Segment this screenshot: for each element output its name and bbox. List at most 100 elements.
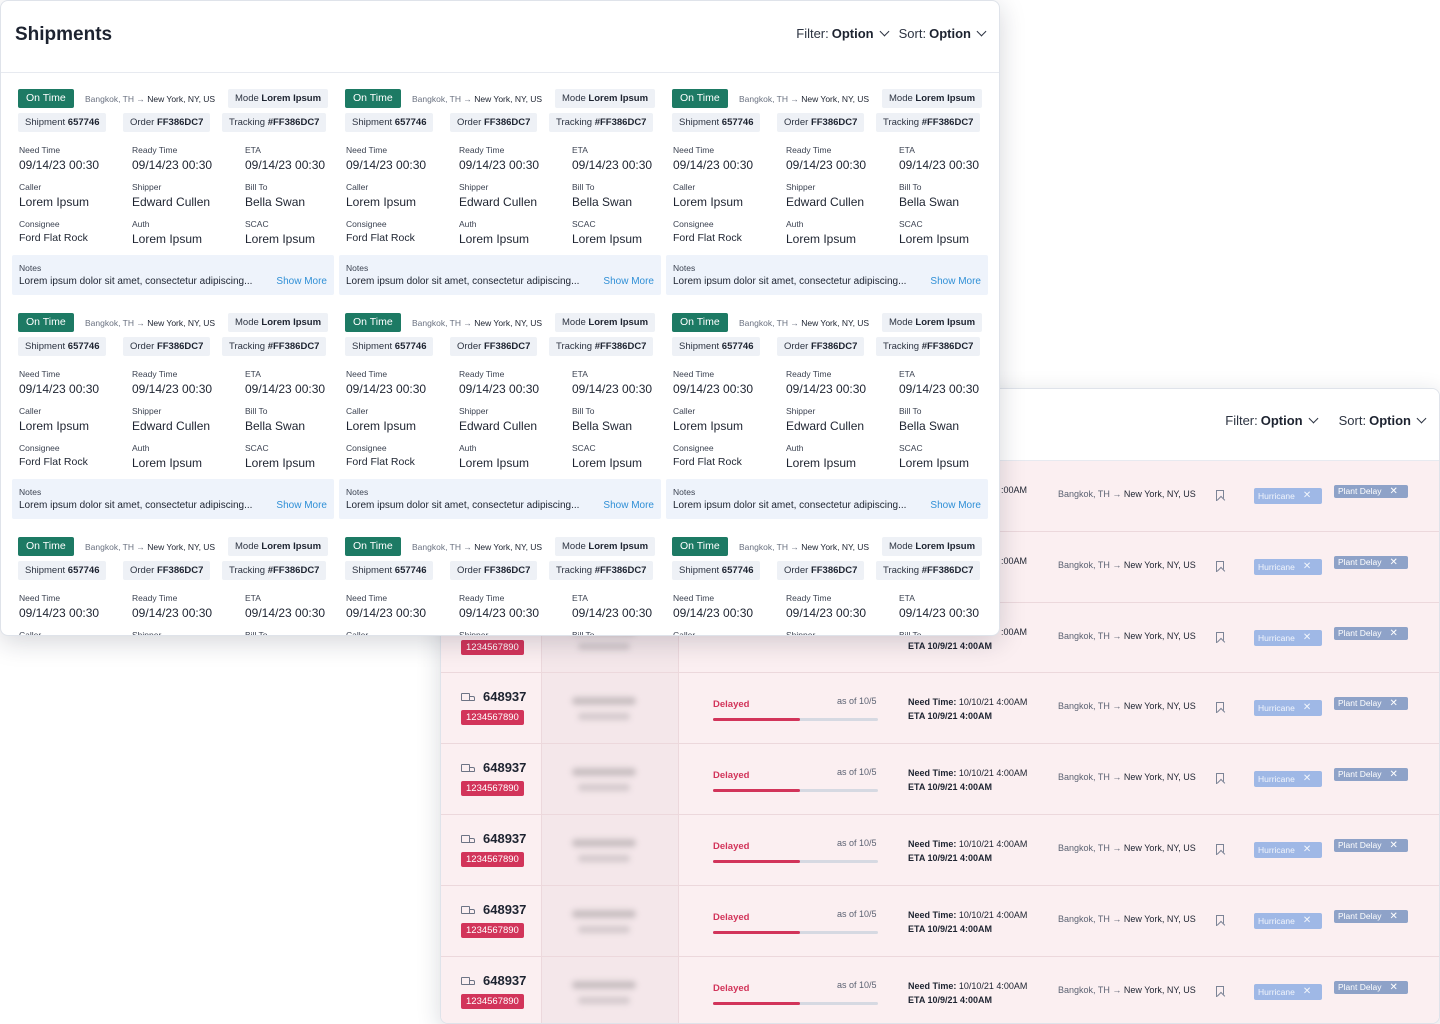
shipment-card[interactable]: On Time Bangkok, TH → New York, NY, US M… [339,309,661,525]
eta-value: 09/14/23 00:30 [572,382,653,396]
sort-dropdown[interactable]: Sort: Option [899,26,987,41]
progress-bar [713,930,878,934]
plant-delay-tag[interactable]: Plant Delay ✕ [1334,485,1408,498]
as-of-date: as of 10/5 [837,837,877,848]
hurricane-tag[interactable]: Hurricane ✕ [1254,629,1322,646]
close-icon[interactable]: ✕ [1303,630,1311,646]
list-sort-dropdown[interactable]: Sort: Option [1339,413,1427,428]
hurricane-tag[interactable]: Hurricane ✕ [1254,841,1322,858]
consignee-value: Ford Flat Rock [346,232,415,244]
bookmark-icon[interactable] [1216,773,1224,785]
close-icon[interactable]: ✕ [1389,627,1397,640]
plant-delay-tag[interactable]: Plant Delay ✕ [1334,980,1408,994]
bookmark-icon[interactable] [1216,702,1224,714]
status-badge: On Time [18,313,74,332]
shipment-card[interactable]: On Time Bangkok, TH → New York, NY, US M… [666,85,988,301]
status-badge: On Time [345,313,401,332]
bookmark-icon[interactable] [1216,560,1224,572]
bookmark-icon[interactable] [1216,843,1224,855]
as-of-date: as of 10/5 [837,908,877,919]
plant-delay-tag[interactable]: Plant Delay ✕ [1334,838,1408,852]
card-top-row: On Time Bangkok, TH → New York, NY, US M… [666,537,988,557]
shipment-card[interactable]: On Time Bangkok, TH → New York, NY, US M… [12,533,334,635]
plant-delay-tag[interactable]: Plant Delay ✕ [1334,697,1408,711]
show-more-link[interactable]: Show More [276,500,327,511]
shipment-pill: Shipment 657746 [345,337,434,356]
shipment-card[interactable]: On Time Bangkok, TH → New York, NY, US M… [666,533,988,635]
auth-field: Auth Lorem Ipsum [786,219,856,246]
caller-field: CallerLorem Ipsum [673,630,743,635]
eta-label: ETA [245,593,261,603]
shipment-row[interactable]: 648937 1234567890 Delayed as of 10/5 Nee… [441,885,1439,957]
close-icon[interactable]: ✕ [1389,910,1397,923]
shipment-value: 657746 [394,117,427,128]
shipment-id-cell: 648937 1234567890 [441,673,541,744]
plant-delay-tag[interactable]: Plant Delay ✕ [1334,555,1408,569]
card-top-row: On Time Bangkok, TH → New York, NY, US M… [666,313,988,333]
shipment-card[interactable]: On Time Bangkok, TH → New York, NY, US M… [666,309,988,525]
show-more-link[interactable]: Show More [930,500,981,511]
close-icon[interactable]: ✕ [1389,697,1397,710]
card-id-row: Shipment 657746 Order FF386DC7 Tracking … [666,337,988,357]
eta-label: ETA [899,145,915,155]
close-icon[interactable]: ✕ [1303,913,1311,929]
bookmark-icon[interactable] [1216,914,1224,926]
eta-label: ETA [572,593,588,603]
tracking-value: #FF386DC7 [594,565,647,576]
close-icon[interactable]: ✕ [1303,984,1311,1000]
tag-label: Hurricane [1258,491,1295,501]
close-icon[interactable]: ✕ [1389,981,1397,994]
progress-bar [713,789,878,793]
close-icon[interactable]: ✕ [1389,485,1397,498]
close-icon[interactable]: ✕ [1303,842,1311,858]
status-badge: On Time [345,537,401,556]
route-destination: New York, NY, US [1123,984,1196,995]
plant-delay-tag[interactable]: Plant Delay ✕ [1334,768,1408,782]
close-icon[interactable]: ✕ [1303,771,1311,787]
close-icon[interactable]: ✕ [1389,556,1397,569]
close-icon[interactable]: ✕ [1303,488,1311,504]
filter-dropdown[interactable]: Filter: Option [796,26,890,41]
close-icon[interactable]: ✕ [1303,700,1311,716]
bill-to-label: Bill To [245,182,268,192]
auth-field: Auth Lorem Ipsum [459,443,529,470]
plant-delay-tag[interactable]: Plant Delay ✕ [1334,626,1408,640]
shipment-card[interactable]: On Time Bangkok, TH → New York, NY, US M… [339,85,661,301]
bookmark-icon[interactable] [1216,631,1224,643]
show-more-link[interactable]: Show More [930,276,981,287]
shipment-card[interactable]: On Time Bangkok, TH → New York, NY, US M… [339,533,661,635]
tag-label: Plant Delay [1338,556,1382,567]
plant-delay-tag[interactable]: Plant Delay ✕ [1334,909,1408,923]
scac-field: SCAC Lorem Ipsum [899,443,969,470]
hurricane-tag[interactable]: Hurricane ✕ [1254,700,1322,717]
list-filter-dropdown[interactable]: Filter: Option [1225,413,1319,428]
show-more-link[interactable]: Show More [603,500,654,511]
show-more-link[interactable]: Show More [603,276,654,287]
shipment-row[interactable]: 648937 1234567890 Delayed as of 10/5 Nee… [441,956,1439,1023]
order-pill: Order FF386DC7 [123,337,211,356]
hurricane-tag[interactable]: Hurricane ✕ [1254,912,1322,929]
show-more-link[interactable]: Show More [276,276,327,287]
close-icon[interactable]: ✕ [1389,768,1397,781]
bookmark-icon[interactable] [1216,985,1224,997]
eta-value: 09/14/23 00:30 [245,158,326,172]
shipment-card[interactable]: On Time Bangkok, TH → New York, NY, US M… [12,85,334,301]
as-of-date: as of 10/5 [837,979,877,990]
hurricane-tag[interactable]: Hurricane ✕ [1254,771,1322,788]
bookmark-icon[interactable] [1216,490,1224,501]
hurricane-tag[interactable]: Hurricane ✕ [1254,558,1322,575]
shipment-card[interactable]: On Time Bangkok, TH → New York, NY, US M… [12,309,334,525]
hurricane-tag[interactable]: Hurricane ✕ [1254,983,1322,1000]
shipment-row[interactable]: 648937 1234567890 Delayed as of 10/5 Nee… [441,673,1439,745]
caller-value: Lorem Ipsum [19,195,90,209]
page-title: Shipments [15,24,113,45]
mode-value: Lorem Ipsum [261,93,322,104]
order-label: Order [130,117,155,128]
route-destination: New York, NY, US [1123,559,1196,570]
hurricane-tag[interactable]: Hurricane ✕ [1254,488,1322,504]
close-icon[interactable]: ✕ [1303,559,1311,575]
shipment-row[interactable]: 648937 1234567890 Delayed as of 10/5 Nee… [441,814,1439,886]
scac-label: SCAC [899,219,923,229]
shipment-row[interactable]: 648937 1234567890 Delayed as of 10/5 Nee… [441,744,1439,815]
close-icon[interactable]: ✕ [1389,839,1397,852]
